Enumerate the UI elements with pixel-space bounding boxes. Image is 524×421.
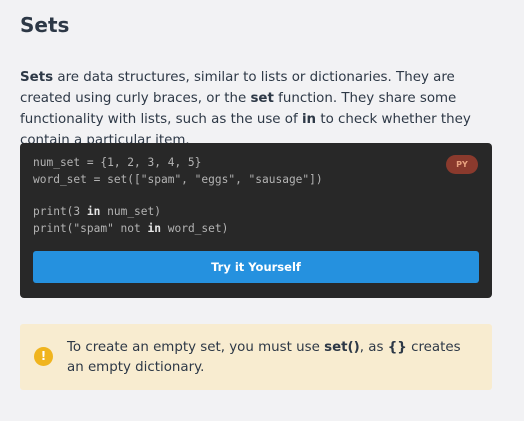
warning-icon: !: [34, 347, 53, 366]
note-text-2: , as: [359, 340, 388, 355]
try-it-yourself-button[interactable]: Try it Yourself: [33, 251, 479, 283]
code-block: PY num_set = {1, 2, 3, 4, 5} word_set = s…: [20, 143, 492, 298]
code-line-3: print(3 in num_set): [33, 203, 323, 220]
code-keyword-in: in: [147, 222, 161, 235]
code-line-3-b: num_set): [100, 205, 161, 218]
code-keyword-in: in: [86, 205, 101, 218]
code-line-2: word_set = set(["spam", "eggs", "sausage…: [33, 173, 323, 186]
intro-paragraph: Sets are data structures, similar to lis…: [20, 67, 500, 151]
language-badge: PY: [446, 155, 478, 174]
note-strong-braces: {}: [387, 340, 407, 355]
code-line-3-a: print(3: [33, 205, 87, 218]
code-line-4-a: print("spam" not: [33, 222, 148, 235]
code-line-4-b: word_set): [161, 222, 229, 235]
note-text: To create an empty set, you must use set…: [67, 338, 477, 378]
note-strong-set: set(): [324, 340, 360, 355]
code-content[interactable]: num_set = {1, 2, 3, 4, 5} word_set = set(…: [33, 154, 323, 237]
lesson-page: Sets Sets are data structures, similar t…: [0, 0, 524, 421]
page-title: Sets: [20, 13, 70, 37]
note-text-1: To create an empty set, you must use: [67, 340, 325, 355]
intro-strong-set: set: [250, 91, 274, 106]
intro-strong-sets: Sets: [20, 70, 54, 85]
warning-note: ! To create an empty set, you must use s…: [20, 324, 492, 390]
intro-strong-in: in: [301, 112, 317, 127]
code-line-4: print("spam" not in word_set): [33, 220, 323, 237]
code-line-1: num_set = {1, 2, 3, 4, 5}: [33, 156, 202, 169]
